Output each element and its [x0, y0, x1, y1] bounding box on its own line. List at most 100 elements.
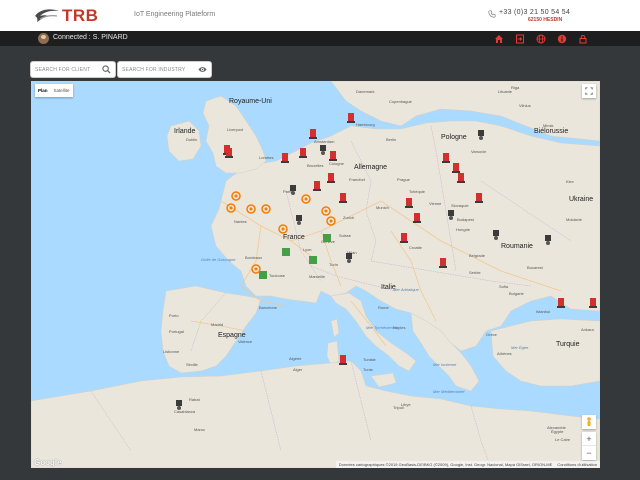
- green-marker[interactable]: [282, 248, 290, 256]
- green-marker[interactable]: [309, 256, 317, 264]
- label-mer-mediterranee: Mer Méditerranée: [433, 389, 465, 394]
- label-alger: Alger: [293, 367, 303, 372]
- phone-location: 62150 HESDIN: [528, 17, 563, 23]
- zoom-control: + −: [582, 432, 596, 460]
- map-canvas[interactable]: Royaume-Uni Irlande Danemark Lituanie Bi…: [31, 81, 600, 468]
- machine-marker[interactable]: [400, 233, 408, 243]
- label-tunisie: Tunisie: [363, 357, 377, 362]
- label-sofia: Sofia: [499, 284, 509, 289]
- map-type-toggle: Plan Satellite: [35, 84, 73, 97]
- lock-icon[interactable]: [577, 33, 588, 44]
- label-mer-adriatique: Mer Adriatique: [393, 287, 420, 292]
- machine-marker[interactable]: [442, 153, 450, 163]
- attribution-text: Données cartographiques ©2019 GeoBasis-D…: [338, 462, 553, 467]
- label-algerie: Algérie: [289, 356, 302, 361]
- client-search-box: [31, 62, 115, 77]
- machine-marker[interactable]: [225, 148, 233, 158]
- map-type-satellite[interactable]: Satellite: [51, 84, 73, 97]
- label-portugal: Portugal: [169, 329, 184, 334]
- home-icon[interactable]: [493, 33, 504, 44]
- label-royaume-uni: Royaume-Uni: [229, 98, 272, 105]
- machine-marker[interactable]: [405, 198, 413, 208]
- terms-link[interactable]: Conditions d'utilisation: [557, 462, 597, 467]
- logo-text: TRB: [62, 6, 99, 25]
- label-toulouse: Toulouse: [269, 273, 286, 278]
- machine-marker[interactable]: [557, 298, 565, 308]
- app-subtitle: IoT Engineering Plateform: [134, 11, 216, 18]
- map-attribution: Données cartographiques ©2019 GeoBasis-D…: [335, 461, 600, 468]
- machine-marker[interactable]: [452, 163, 460, 173]
- machine-marker[interactable]: [439, 258, 447, 268]
- nav-icon-group: [493, 33, 588, 44]
- client-search-input[interactable]: [35, 62, 105, 77]
- street-view-button[interactable]: [582, 415, 596, 429]
- machine-marker[interactable]: [347, 113, 355, 123]
- label-serbie: Serbie: [469, 270, 481, 275]
- machine-marker[interactable]: [339, 355, 347, 365]
- zoom-out-button[interactable]: −: [582, 446, 596, 460]
- label-marseille: Marseille: [309, 274, 326, 279]
- label-grece: Grèce: [486, 332, 498, 337]
- machine-marker[interactable]: [299, 148, 307, 158]
- machine-marker[interactable]: [413, 213, 421, 223]
- label-moldavie: Moldavie: [566, 217, 583, 222]
- zoom-in-button[interactable]: +: [582, 432, 596, 446]
- machine-marker[interactable]: [589, 298, 597, 308]
- label-liverpool: Liverpool: [227, 127, 243, 132]
- label-mer-tyrrhenienne: Mer Tyrrhénienne: [366, 325, 398, 330]
- label-vienne: Vienne: [429, 201, 442, 206]
- label-tchequie: Tchéquie: [409, 189, 426, 194]
- label-ankara: Ankara: [581, 327, 594, 332]
- label-bucarest: Bucarest: [527, 265, 544, 270]
- label-londres: Londres: [259, 155, 273, 160]
- label-hongrie: Hongrie: [456, 227, 471, 232]
- green-marker[interactable]: [259, 271, 267, 279]
- label-allemagne: Allemagne: [354, 164, 387, 171]
- label-slovaquie: Slovaquie: [451, 203, 469, 208]
- login-icon[interactable]: [514, 33, 525, 44]
- globe-icon[interactable]: [535, 33, 546, 44]
- green-marker[interactable]: [323, 234, 331, 242]
- label-minsk: Minsk: [543, 123, 553, 128]
- map-view[interactable]: Royaume-Uni Irlande Danemark Lituanie Bi…: [31, 81, 600, 468]
- label-rabat: Rabat: [189, 397, 201, 402]
- label-turquie: Turquie: [556, 341, 580, 348]
- label-zurich: Zurich: [343, 215, 354, 220]
- label-maroc: Maroc: [194, 427, 205, 432]
- machine-marker[interactable]: [309, 129, 317, 139]
- label-varsovie: Varsovie: [471, 149, 487, 154]
- label-barcelone: Barcelone: [259, 305, 278, 310]
- fullscreen-button[interactable]: [582, 84, 596, 98]
- map-type-plan[interactable]: Plan: [35, 84, 51, 97]
- label-mer-egee: Mer Égée: [511, 345, 529, 350]
- label-madrid: Madrid: [211, 322, 223, 327]
- label-lyon: Lyon: [303, 247, 312, 252]
- label-roumanie: Roumanie: [501, 243, 533, 250]
- label-nantes: Nantes: [234, 219, 247, 224]
- industry-search-input[interactable]: [122, 62, 200, 77]
- label-croatie: Croatie: [409, 245, 423, 250]
- avatar[interactable]: [38, 33, 49, 44]
- search-icon[interactable]: [102, 65, 111, 74]
- machine-marker[interactable]: [313, 181, 321, 191]
- label-prague: Prague: [397, 177, 411, 182]
- machine-marker[interactable]: [475, 193, 483, 203]
- trb-logo[interactable]: TRB: [34, 5, 114, 25]
- machine-marker[interactable]: [329, 151, 337, 161]
- label-alexandrie: Alexandrie: [547, 425, 567, 430]
- label-pologne: Pologne: [441, 134, 467, 141]
- label-kiev: Kiev: [566, 179, 574, 184]
- machine-marker[interactable]: [281, 153, 289, 163]
- label-dublin: Dublin: [186, 137, 197, 142]
- label-bielorussie: Biélorussie: [534, 128, 568, 135]
- machine-marker[interactable]: [327, 173, 335, 183]
- label-bruxelles: Bruxelles: [307, 163, 323, 168]
- info-icon[interactable]: [556, 33, 567, 44]
- label-lisbonne: Lisbonne: [163, 349, 180, 354]
- industry-search-box: [118, 62, 211, 77]
- machine-marker[interactable]: [457, 173, 465, 183]
- machine-marker[interactable]: [339, 193, 347, 203]
- eye-icon[interactable]: [198, 65, 207, 74]
- label-ukraine: Ukraine: [569, 196, 593, 203]
- label-seville: Séville: [186, 362, 199, 367]
